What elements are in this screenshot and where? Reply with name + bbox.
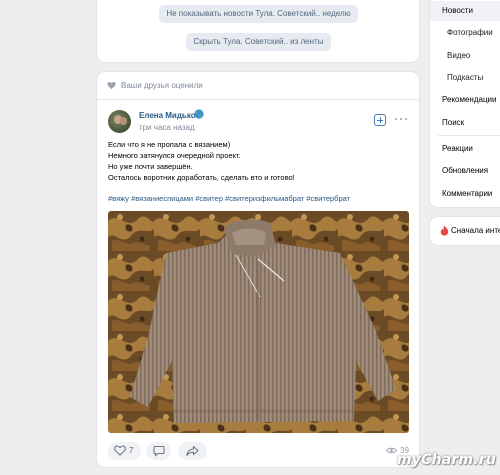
like-button[interactable]: 7 [108,442,141,460]
post-timestamp[interactable]: три часа назад [139,123,195,132]
add-to-bookmarks-button[interactable] [374,114,386,126]
feed-sidebar-menu: Новости Фотографии Видео Подкасты Рекоме… [430,0,500,207]
news-hide-card: Не показывать новости Тула. Советский.. … [97,0,419,62]
sidebar-item-photos[interactable]: Фотографии [430,23,500,43]
friends-liked-bar: Ваши друзья оценили [97,72,419,100]
friends-liked-label: Ваши друзья оценили [121,81,203,90]
site-watermark: myCharm.ru [397,452,497,468]
sidebar-item-news[interactable]: Новости [430,1,500,21]
sidebar-item-search[interactable]: Поиск [430,113,500,133]
author-name-link[interactable]: Елена Мидько [139,111,196,120]
sidebar-divider [438,135,500,136]
share-icon [186,445,199,456]
knitted-sweater-photo[interactable] [108,211,409,433]
post-text-line: Немного затянулся очередной проект. [108,151,241,160]
hide-source-week-button[interactable]: Не показывать новости Тула. Советский.. … [159,5,358,23]
share-button[interactable] [178,442,207,460]
sidebar-item-video[interactable]: Видео [430,46,500,66]
interesting-first-label: Сначала интер [451,226,500,235]
post-text-line: Но уже почти завершён. [108,162,193,171]
post-text: Если что я не пропала с вязанием) Немног… [108,139,295,183]
hide-source-from-feed-button[interactable]: Скрыть Тула. Советский.. из ленты [186,33,331,51]
post-hashtags[interactable]: #вяжу #вязаниеспицами #свитер #свитеризф… [108,194,350,203]
heart-outline-icon [114,445,126,456]
fire-icon [440,225,449,236]
post-text-line: Осталось воротник доработать, сделать вт… [108,173,295,182]
like-count: 7 [129,446,134,455]
feed-post: Ваши друзья оценили Елена Мидько три час… [97,72,419,467]
comment-icon [153,445,165,457]
post-text-line: Если что я не пропала с вязанием) [108,140,231,149]
sidebar-item-podcasts[interactable]: Подкасты [430,68,500,88]
more-options-icon[interactable] [395,115,407,123]
author-avatar[interactable] [108,110,131,133]
sidebar-item-reactions[interactable]: Реакции [430,139,500,159]
heart-icon [107,81,116,90]
comment-button[interactable] [146,442,171,460]
eye-icon [386,447,397,454]
sidebar-item-comments[interactable]: Комментарии [430,184,500,204]
globe-emoji-icon [194,109,204,119]
sidebar-item-recommendations[interactable]: Рекомендации [430,90,500,110]
sidebar-item-updates[interactable]: Обновления [430,161,500,181]
sort-interesting-first-toggle[interactable]: Сначала интер [430,217,500,245]
